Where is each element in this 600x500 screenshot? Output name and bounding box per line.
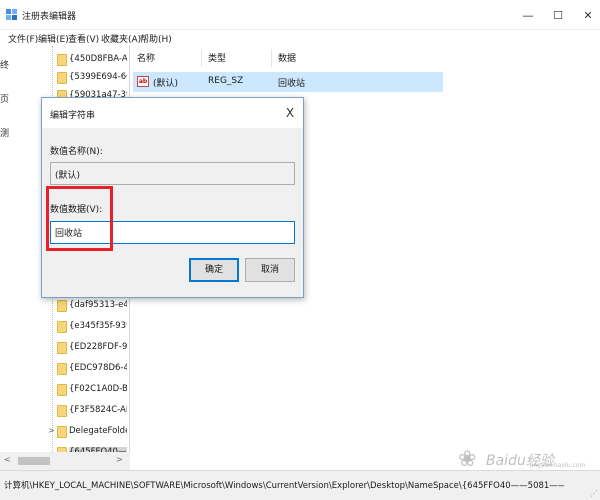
tree-item-label: DelegateFolders bbox=[69, 426, 127, 436]
menu-help[interactable]: 帮助(H) bbox=[140, 32, 172, 45]
close-button[interactable]: ✕ bbox=[568, 0, 600, 30]
column-divider[interactable] bbox=[271, 49, 272, 67]
value-name-label: 数值名称(N): bbox=[50, 147, 103, 157]
column-divider[interactable] bbox=[201, 49, 202, 67]
tree-item-label: {F3F5824C-AD58- bbox=[69, 405, 127, 415]
tree-item-label: {EDC978D6-4D53- bbox=[69, 363, 127, 373]
tree-item[interactable]: {e345f35f-9397- bbox=[0, 317, 129, 338]
tree-item[interactable]: {ED228FDF-9EA8- bbox=[0, 338, 129, 359]
tree-item-label: {daf95313-e44d- bbox=[69, 300, 127, 310]
tree-item[interactable]: {F3F5824C-AD58- bbox=[0, 401, 129, 422]
dialog-close-icon[interactable]: X bbox=[282, 105, 298, 121]
maximize-icon: ☐ bbox=[553, 8, 563, 22]
value-data: 回收站 bbox=[278, 79, 306, 89]
scroll-left-icon[interactable]: < bbox=[4, 455, 11, 464]
menu-favorites[interactable]: 收藏夹(A) bbox=[101, 32, 141, 45]
window-title: 注册表编辑器 bbox=[22, 12, 77, 22]
tree-item-label: {5399E694-6CE5- bbox=[69, 72, 127, 82]
menu-bar: 文件(F) 编辑(E) 查看(V) 收藏夹(A) 帮助(H) bbox=[0, 30, 600, 46]
watermark-subtext: jingyan.baidu.com bbox=[530, 462, 586, 469]
paw-icon: ❀ bbox=[458, 447, 477, 472]
watermark: ❀ Baidu经验 jingyan.baidu.com bbox=[458, 447, 585, 473]
tree-item[interactable]: {F02C1A0D-BE21- bbox=[0, 380, 129, 401]
folder-icon bbox=[57, 342, 67, 354]
cancel-button[interactable]: 取消 bbox=[245, 258, 295, 282]
folder-icon bbox=[57, 426, 67, 438]
folder-icon bbox=[57, 384, 67, 396]
folder-icon bbox=[57, 321, 67, 333]
tree-item-label: {F02C1A0D-BE21- bbox=[69, 384, 127, 394]
menu-file[interactable]: 文件(F) bbox=[8, 32, 38, 45]
menu-view[interactable]: 查看(V) bbox=[68, 32, 99, 45]
tree-item[interactable]: {EDC978D6-4D53- bbox=[0, 359, 129, 380]
resize-grip-icon[interactable]: ⋰ bbox=[590, 489, 598, 498]
minimize-icon: — bbox=[522, 8, 534, 22]
column-header-name[interactable]: 名称 bbox=[137, 51, 155, 64]
close-icon: ✕ bbox=[583, 8, 593, 22]
folder-icon bbox=[57, 54, 67, 66]
folder-icon bbox=[57, 363, 67, 375]
folder-icon bbox=[57, 300, 67, 312]
tree-item-label: {450D8FBA-AD25- bbox=[69, 54, 127, 64]
value-row[interactable]: ab (默认) REG_SZ 回收站 bbox=[133, 72, 443, 92]
tree-horizontal-scrollbar[interactable]: < > bbox=[0, 452, 130, 470]
dialog-title-bar[interactable]: 编辑字符串 X bbox=[42, 98, 303, 128]
registry-editor-icon bbox=[6, 9, 17, 20]
column-header-data[interactable]: 数据 bbox=[278, 51, 296, 64]
annotation-highlight-box bbox=[46, 186, 113, 251]
status-path: 计算机\HKEY_LOCAL_MACHINE\SOFTWARE\Microsof… bbox=[4, 481, 564, 491]
menu-edit[interactable]: 编辑(E) bbox=[38, 32, 69, 45]
tree-item[interactable]: {daf95313-e44d- bbox=[0, 296, 129, 317]
status-bar: 计算机\HKEY_LOCAL_MACHINE\SOFTWARE\Microsof… bbox=[0, 470, 600, 500]
edit-string-dialog: 编辑字符串 X 数值名称(N): (默认) 数值数据(V): 确定 取消 bbox=[41, 97, 304, 298]
tree-item-label: {ED228FDF-9EA8- bbox=[69, 342, 127, 352]
folder-icon bbox=[57, 72, 67, 84]
scrollbar-thumb[interactable] bbox=[18, 457, 50, 465]
tree-clipped-text: 测 bbox=[0, 129, 10, 139]
column-header-type[interactable]: 类型 bbox=[208, 51, 226, 64]
tree-item-label: {e345f35f-9397- bbox=[69, 321, 127, 331]
folder-icon bbox=[57, 405, 67, 417]
title-bar: 注册表编辑器 — ☐ ✕ bbox=[0, 0, 600, 30]
chevron-right-icon[interactable]: > bbox=[48, 426, 55, 435]
ok-button[interactable]: 确定 bbox=[189, 258, 239, 282]
value-name: (默认) bbox=[153, 79, 179, 89]
scroll-right-icon[interactable]: > bbox=[116, 455, 123, 464]
string-value-icon: ab bbox=[137, 76, 149, 87]
dialog-title: 编辑字符串 bbox=[50, 111, 96, 121]
value-type: REG_SZ bbox=[208, 76, 244, 86]
tree-item[interactable]: > DelegateFolders bbox=[0, 422, 129, 443]
value-name-field: (默认) bbox=[50, 162, 295, 185]
